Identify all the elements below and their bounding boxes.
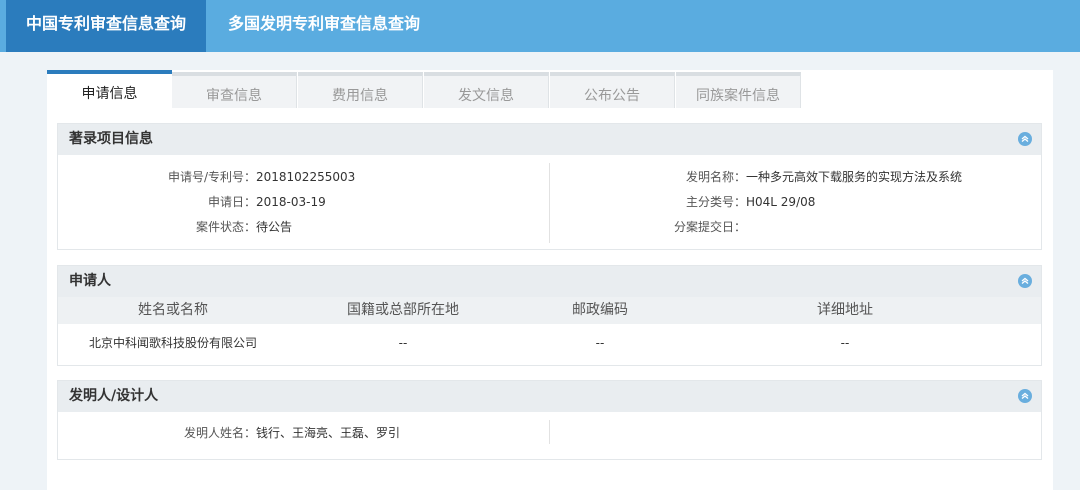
topnav-cn-patent-query[interactable]: 中国专利审查信息查询 — [6, 0, 206, 52]
field-main-classification: 主分类号：H04L 29/08 — [685, 195, 816, 209]
cell-nationality: -- — [398, 336, 408, 350]
table-row: 北京中科闻歌科技股份有限公司 -- -- -- — [58, 324, 1041, 362]
column-divider — [549, 163, 550, 243]
tab-application-info[interactable]: 申请信息 — [47, 70, 172, 110]
inventor-section: 发明人/设计人 发明人姓名：钱行、王海亮、王磊、罗引 — [57, 380, 1042, 460]
collapse-up-icon[interactable] — [1018, 132, 1032, 146]
tab-fee-info[interactable]: 费用信息 — [298, 72, 423, 108]
field-case-status: 案件状态：待公告 — [195, 220, 293, 234]
column-header-name: 姓名或名称 — [138, 302, 208, 318]
tab-publication[interactable]: 公布公告 — [550, 72, 675, 108]
applicant-header: 申请人 — [58, 266, 1041, 297]
field-divisional-date: 分案提交日： — [673, 220, 746, 234]
column-header-nationality: 国籍或总部所在地 — [347, 302, 459, 318]
field-application-date: 申请日：2018-03-19 — [207, 195, 326, 209]
column-divider — [549, 420, 550, 444]
section-title: 申请人 — [69, 273, 111, 289]
applicant-section: 申请人 姓名或名称 国籍或总部所在地 邮政编码 详细地址 北京中科闻歌科技股份有… — [57, 265, 1042, 366]
field-application-number: 申请号/专利号：2018102255003 — [167, 170, 356, 184]
cell-address: -- — [840, 336, 850, 350]
top-navigation-bar: 中国专利审查信息查询 多国发明专利审查信息查询 — [0, 0, 1080, 52]
collapse-up-icon[interactable] — [1018, 274, 1032, 288]
cell-applicant-name: 北京中科闻歌科技股份有限公司 — [88, 336, 257, 350]
applicant-table-header: 姓名或名称 国籍或总部所在地 邮政编码 详细地址 — [58, 297, 1041, 324]
tab-examination-info[interactable]: 审查信息 — [172, 72, 297, 108]
section-title: 发明人/设计人 — [69, 388, 159, 404]
inventor-grid: 发明人姓名：钱行、王海亮、王磊、罗引 — [58, 412, 1041, 452]
field-invention-title: 发明名称：一种多元高效下载服务的实现方法及系统 — [685, 170, 963, 184]
content-panel: 申请信息 审查信息 费用信息 发文信息 公布公告 同族案件信息 著录项目信息 申… — [47, 70, 1053, 490]
bibliographic-section: 著录项目信息 申请号/专利号：2018102255003 申请日：2018-03… — [57, 123, 1042, 250]
bibliographic-header: 著录项目信息 — [58, 124, 1041, 155]
tab-bar: 申请信息 审查信息 费用信息 发文信息 公布公告 同族案件信息 — [47, 70, 801, 110]
section-title: 著录项目信息 — [69, 131, 153, 147]
tab-family-cases[interactable]: 同族案件信息 — [676, 72, 801, 108]
tab-dispatch-info[interactable]: 发文信息 — [424, 72, 549, 108]
topnav-multi-country-query[interactable]: 多国发明专利审查信息查询 — [206, 0, 442, 52]
collapse-up-icon[interactable] — [1018, 389, 1032, 403]
bibliographic-grid: 申请号/专利号：2018102255003 申请日：2018-03-19 案件状… — [58, 155, 1041, 245]
column-header-postcode: 邮政编码 — [572, 302, 628, 318]
field-inventor-names: 发明人姓名：钱行、王海亮、王磊、罗引 — [183, 426, 401, 440]
inventor-header: 发明人/设计人 — [58, 381, 1041, 412]
column-header-address: 详细地址 — [817, 302, 873, 318]
cell-postcode: -- — [595, 336, 605, 350]
